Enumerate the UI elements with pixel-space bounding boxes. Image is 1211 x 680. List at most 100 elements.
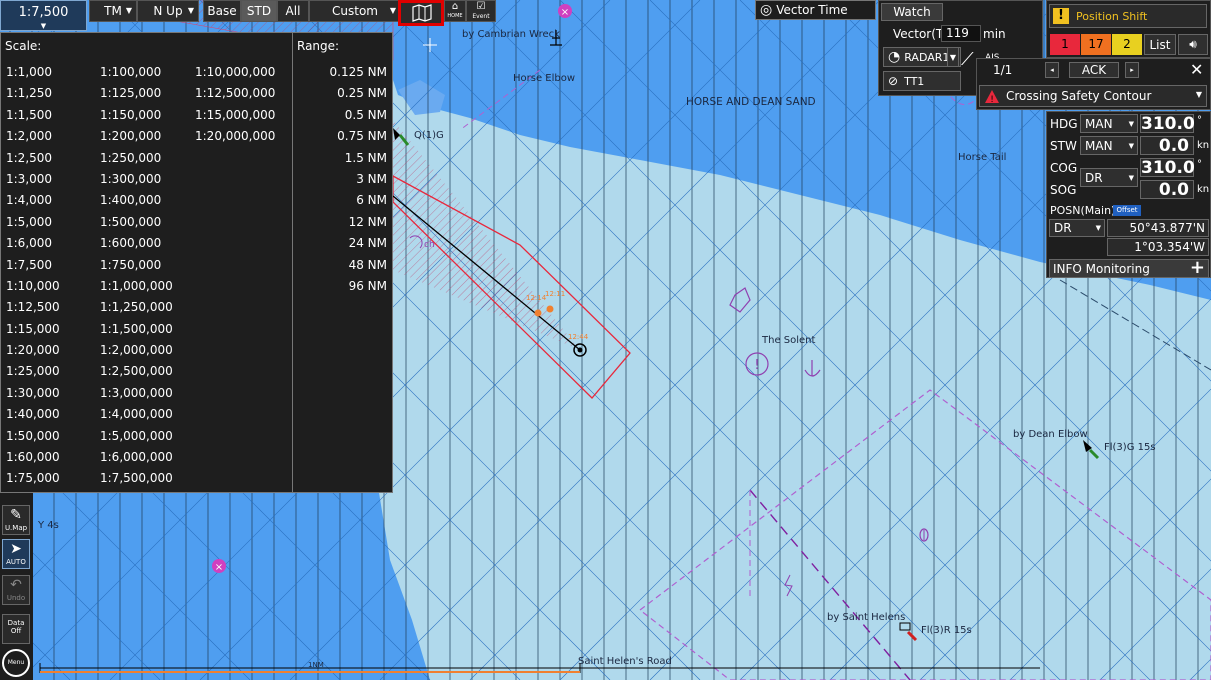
range-option[interactable]: 0.25 NM	[297, 83, 387, 104]
scale-option[interactable]: 1:10,000,000	[195, 62, 290, 83]
display-all-button[interactable]: All	[277, 0, 309, 22]
scale-option[interactable]: 1:50,000	[6, 426, 96, 447]
label-fl3g: Fl(3)G 15s	[1104, 442, 1156, 453]
ack-button[interactable]: ACK	[1069, 62, 1119, 78]
scale-option[interactable]: 1:3,000	[6, 169, 96, 190]
alert-message[interactable]: ! Crossing Safety Contour ▼	[979, 85, 1207, 107]
scale-option[interactable]: 1:40,000	[6, 404, 96, 425]
scale-option[interactable]: 1:1,500,000	[100, 319, 190, 340]
event-button[interactable]: ☑ Event	[466, 0, 496, 22]
position-shift-alert[interactable]: ! Position Shift	[1049, 4, 1207, 28]
menu-button[interactable]: Menu	[2, 649, 30, 677]
tab-watch[interactable]: Watch	[881, 3, 943, 21]
stw-mode-dropdown[interactable]: MAN ▼	[1080, 136, 1138, 155]
scale-option[interactable]: 1:15,000,000	[195, 105, 290, 126]
range-option[interactable]: 12 NM	[297, 212, 387, 233]
scale-option[interactable]: 1:3,000,000	[100, 383, 190, 404]
alarm-count-red[interactable]: 1	[1050, 34, 1080, 55]
scale-option[interactable]: 1:6,000,000	[100, 447, 190, 468]
scale-option[interactable]: 1:125,000	[100, 83, 190, 104]
ais-icon[interactable]: ⟋	[961, 49, 974, 70]
scale-option[interactable]: 1:10,000	[6, 276, 96, 297]
display-custom-dropdown[interactable]: Custom ▼	[309, 0, 401, 22]
scale-option[interactable]: 1:30,000	[6, 383, 96, 404]
scale-option[interactable]: 1:7,500	[6, 255, 96, 276]
range-option[interactable]: 48 NM	[297, 255, 387, 276]
scale-option[interactable]: 1:1,000	[6, 62, 96, 83]
info-monitoring-button[interactable]: INFO Monitoring +	[1049, 257, 1209, 278]
scale-option[interactable]: 1:1,250,000	[100, 297, 190, 318]
undo-button[interactable]: ↶ Undo	[2, 575, 30, 605]
range-option[interactable]: 0.75 NM	[297, 126, 387, 147]
scale-option[interactable]: 1:2,500	[6, 148, 96, 169]
chevron-down-icon[interactable]: ▼	[947, 47, 959, 67]
display-std-button[interactable]: STD	[241, 0, 277, 22]
range-option[interactable]: 0.5 NM	[297, 105, 387, 126]
scale-option[interactable]: 1:1,000,000	[100, 276, 190, 297]
scale-option[interactable]: 1:75,000	[6, 468, 96, 489]
prev-alert-button[interactable]: ◂	[1045, 62, 1059, 78]
scale-option[interactable]: 1:4,000	[6, 190, 96, 211]
column-divider	[292, 33, 293, 492]
speaker-icon[interactable]: 🔊︎	[1178, 34, 1208, 55]
scale-option[interactable]: 1:600,000	[100, 233, 190, 254]
scale-option[interactable]: 1:400,000	[100, 190, 190, 211]
scale-option[interactable]: 1:5,000	[6, 212, 96, 233]
alarm-count-orange[interactable]: 17	[1081, 34, 1111, 55]
cog-mode-dropdown[interactable]: DR ▼	[1080, 168, 1138, 187]
posn-mode-dropdown[interactable]: DR ▼	[1049, 219, 1105, 237]
scale-option[interactable]: 1:15,000	[6, 319, 96, 340]
scale-option[interactable]: 1:250,000	[100, 148, 190, 169]
auto-cursor-button[interactable]: ➤ AUTO	[2, 539, 30, 569]
range-list: 0.125 NM 0.25 NM 0.5 NM 0.75 NM 1.5 NM 3 NM 6 …	[297, 62, 388, 297]
scale-option[interactable]: 1:1,250	[6, 83, 96, 104]
range-option[interactable]: 1.5 NM	[297, 148, 387, 169]
scale-option[interactable]: 1:200,000	[100, 126, 190, 147]
data-off-button[interactable]: Data Off	[2, 614, 30, 644]
close-icon[interactable]: ✕	[1190, 60, 1203, 79]
next-alert-button[interactable]: ▸	[1125, 62, 1139, 78]
scale-option[interactable]: 1:300,000	[100, 169, 190, 190]
orientation-dropdown[interactable]: N Up ▼	[137, 0, 199, 22]
range-option[interactable]: 0.125 NM	[297, 62, 388, 83]
label-horse-tail: Horse Tail	[958, 152, 1007, 163]
range-header: Range:	[297, 39, 340, 53]
scale-option[interactable]: 1:6,000	[6, 233, 96, 254]
scale-option[interactable]: 1:20,000,000	[195, 126, 290, 147]
range-option[interactable]: 3 NM	[297, 169, 387, 190]
scale-option[interactable]: 1:2,000	[6, 126, 96, 147]
offset-badge[interactable]: Offset	[1113, 205, 1141, 216]
user-map-button[interactable]: ✎ U.Map	[2, 505, 30, 535]
vector-time-input[interactable]: 119	[941, 25, 981, 42]
scale-option[interactable]: 1:4,000,000	[100, 404, 190, 425]
scale-option[interactable]: 1:25,000	[6, 361, 96, 382]
scale-option[interactable]: 1:60,000	[6, 447, 96, 468]
alert-list-button[interactable]: List	[1144, 34, 1176, 55]
scale-option[interactable]: 1:100,000	[100, 62, 190, 83]
hdg-mode-dropdown[interactable]: MAN ▼	[1080, 114, 1138, 133]
motion-mode-dropdown[interactable]: TM ▼	[89, 0, 137, 22]
scale-option[interactable]: 1:2,500,000	[100, 361, 190, 382]
scale-option[interactable]: 1:12,500,000	[195, 83, 290, 104]
alarm-count-yellow[interactable]: 2	[1112, 34, 1142, 55]
range-option[interactable]: 96 NM	[297, 276, 387, 297]
scale-option[interactable]: 1:7,500,000	[100, 468, 190, 489]
home-button[interactable]: ⌂ HOME	[444, 0, 466, 22]
range-option[interactable]: 6 NM	[297, 190, 387, 211]
scale-option[interactable]: 1:20,000	[6, 340, 96, 361]
scale-option[interactable]: 1:5,000,000	[100, 426, 190, 447]
scale-option[interactable]: 1:12,500	[6, 297, 96, 318]
scale-option[interactable]: 1:500,000	[100, 212, 190, 233]
scale-option[interactable]: 1:1,500	[6, 105, 96, 126]
longitude-value: 1°03.354'W	[1107, 238, 1209, 256]
range-option[interactable]: 24 NM	[297, 233, 387, 254]
display-base-button[interactable]: Base	[203, 0, 241, 22]
map-button[interactable]	[398, 0, 444, 26]
tt-button[interactable]: ⊘ TT1	[883, 71, 961, 91]
scale-option[interactable]: 1:2,000,000	[100, 340, 190, 361]
position-shift-label: Position Shift	[1076, 10, 1148, 23]
scale-option[interactable]: 1:150,000	[100, 105, 190, 126]
scale-selector-button[interactable]: 1:7,500 ▼	[0, 0, 87, 31]
scale-option[interactable]: 1:750,000	[100, 255, 190, 276]
vector-time-button[interactable]: ◎ Vector Time	[755, 0, 876, 20]
